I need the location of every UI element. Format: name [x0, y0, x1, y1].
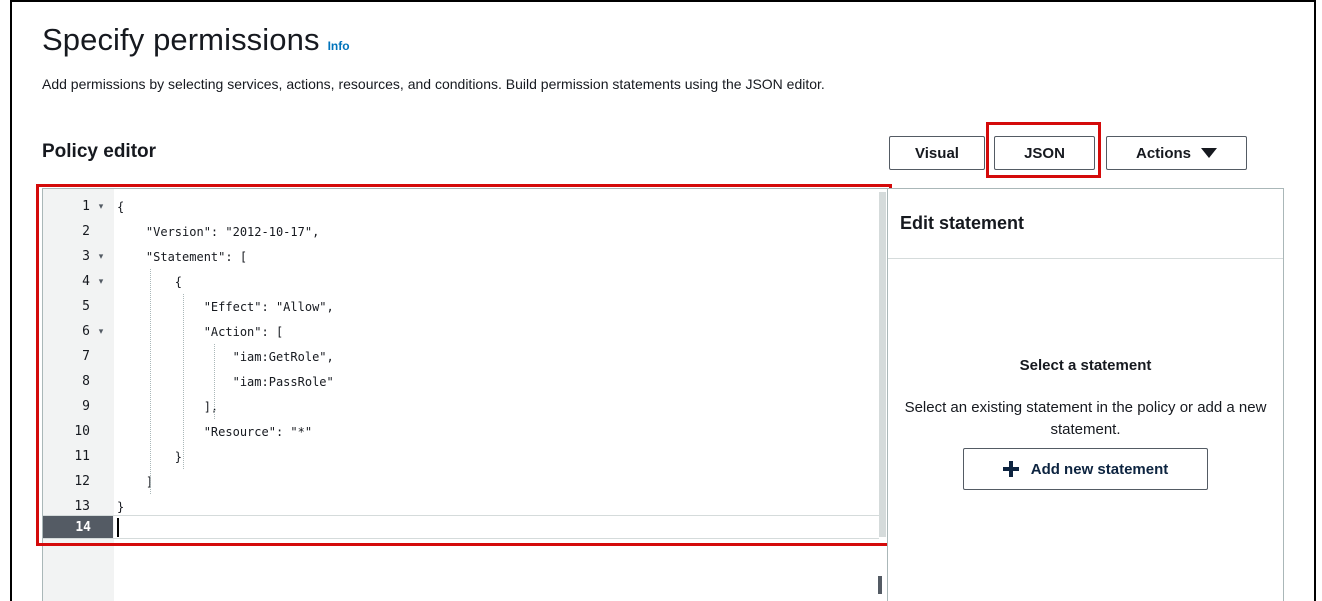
caret-down-icon	[1201, 148, 1217, 158]
json-button-highlight	[986, 122, 1101, 178]
panel-divider	[888, 258, 1283, 259]
info-link[interactable]: Info	[328, 39, 350, 53]
editor-highlight-box	[36, 184, 892, 546]
plus-icon	[1002, 461, 1019, 477]
add-new-statement-label: Add new statement	[1030, 460, 1169, 478]
edit-statement-panel	[887, 188, 1284, 601]
page-header: Specify permissions Info	[42, 22, 350, 58]
visual-mode-button[interactable]: Visual	[889, 136, 985, 170]
actions-button-label: Actions	[1135, 144, 1191, 162]
edit-statement-title: Edit statement	[900, 213, 1025, 233]
editor-resize-handle[interactable]	[878, 576, 882, 594]
policy-editor-heading: Policy editor	[42, 141, 157, 162]
select-statement-title: Select a statement	[1019, 357, 1152, 374]
page-title: Specify permissions	[42, 22, 320, 57]
add-new-statement-button[interactable]: Add new statement	[963, 448, 1208, 490]
page-description: Add permissions by selecting services, a…	[42, 76, 825, 92]
actions-dropdown-button[interactable]: Actions	[1106, 136, 1247, 170]
select-statement-description: Select an existing statement in the poli…	[904, 399, 1267, 438]
